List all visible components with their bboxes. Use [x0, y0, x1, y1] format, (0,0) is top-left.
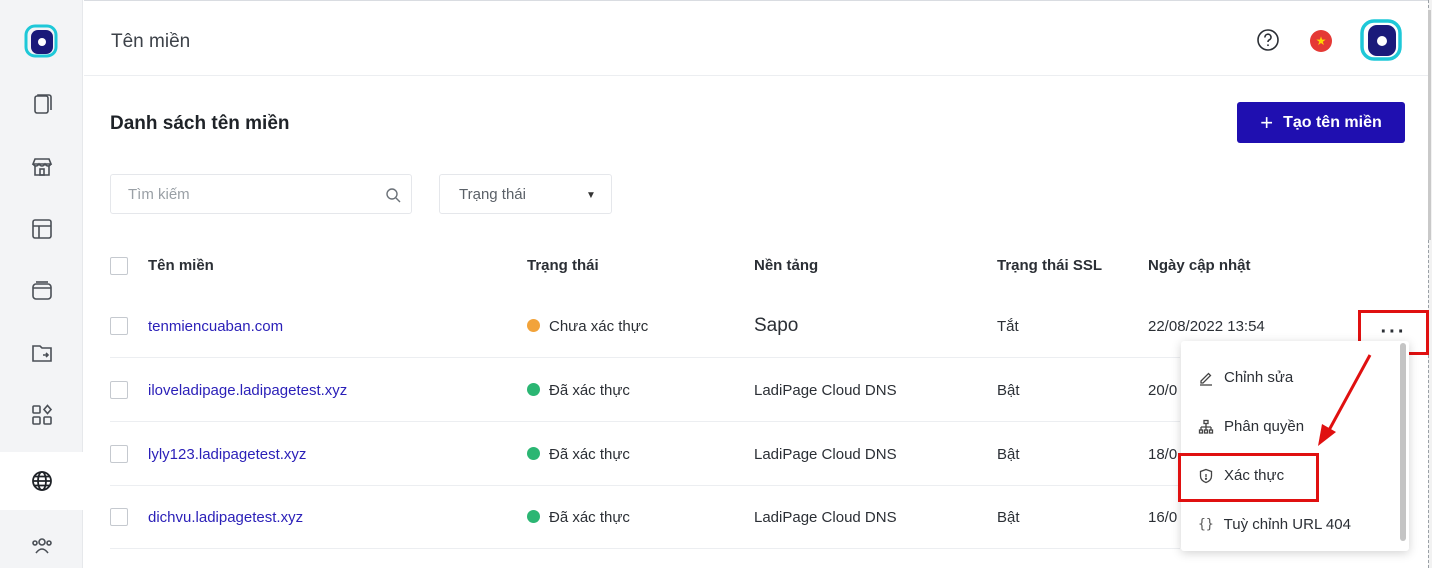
sidebar-item-domains[interactable] [0, 452, 83, 510]
globe-icon [32, 471, 52, 491]
row-checkbox[interactable] [110, 445, 128, 463]
top-bar: Tên miền ★ [84, 0, 1428, 76]
sidebar-item-members[interactable] [23, 526, 61, 564]
app-logo-icon[interactable] [24, 24, 58, 58]
row-checkbox[interactable] [110, 317, 128, 335]
search-box [110, 174, 412, 214]
status-text: Chưa xác thực [549, 318, 649, 335]
status-dot-icon [527, 447, 540, 460]
search-input[interactable] [111, 175, 381, 213]
hierarchy-icon [1198, 419, 1214, 434]
updated-date-text: 18/0 [1148, 446, 1178, 463]
row-actions-menu: Chỉnh sửa Phân quyền Xác thực {} Tuỳ chỉ… [1181, 341, 1409, 551]
column-header-domain[interactable]: Tên miền [148, 257, 214, 274]
status-text: Đã xác thực [549, 509, 630, 526]
menu-item-label: Chỉnh sửa [1224, 369, 1294, 386]
domain-link[interactable]: lyly123.ladipagetest.xyz [148, 446, 306, 463]
select-all-checkbox[interactable] [110, 257, 128, 275]
create-domain-label: Tạo tên miền [1283, 113, 1382, 131]
layout-icon [32, 219, 52, 239]
apps-icon [32, 404, 53, 425]
column-header-ssl[interactable]: Trạng thái SSL [997, 257, 1102, 274]
row-divider [110, 421, 1180, 422]
section-title: Danh sách tên miền [110, 113, 290, 134]
row-divider [110, 357, 1180, 358]
updated-date-text: 20/0 [1148, 382, 1178, 399]
domain-link[interactable]: dichvu.ladipagetest.xyz [148, 509, 303, 526]
verify-highlight-box [1178, 453, 1319, 502]
row-checkbox[interactable] [110, 508, 128, 526]
status-dot-icon [527, 319, 540, 332]
ssl-status-text: Bật [997, 446, 1020, 463]
column-header-updated[interactable]: Ngày cập nhật [1148, 257, 1251, 274]
status-dot-icon [527, 510, 540, 523]
row-checkbox[interactable] [110, 381, 128, 399]
ssl-status-text: Tắt [997, 318, 1019, 335]
users-icon [32, 538, 52, 554]
updated-date-text: 16/0 [1148, 509, 1178, 526]
menu-scrollbar[interactable] [1400, 343, 1406, 541]
store-icon [31, 158, 53, 176]
search-icon[interactable] [385, 187, 401, 203]
pencil-icon [1200, 372, 1212, 386]
sidebar-item-apps[interactable] [23, 396, 61, 434]
sidebar-item-pages[interactable] [23, 86, 61, 124]
ssl-status-text: Bật [997, 382, 1020, 399]
platform-text: LadiPage Cloud DNS [754, 382, 897, 399]
updated-date-text: 22/08/2022 13:54 [1148, 318, 1265, 335]
domain-link[interactable]: iloveladipage.ladipagetest.xyz [148, 382, 347, 399]
sidebar-item-templates[interactable] [23, 210, 61, 248]
menu-item-label: Tuỳ chỉnh URL 404 [1223, 516, 1351, 533]
create-domain-button[interactable]: + Tạo tên miền [1237, 102, 1405, 143]
menu-item-permissions[interactable]: Phân quyền [1198, 418, 1304, 435]
column-header-platform[interactable]: Nền tảng [754, 257, 818, 274]
platform-text: LadiPage Cloud DNS [754, 446, 897, 463]
page-title: Tên miền [111, 31, 191, 52]
status-dot-icon [527, 383, 540, 396]
status-filter-label: Trạng thái [459, 186, 526, 203]
domain-link[interactable]: tenmiencuaban.com [148, 318, 283, 335]
help-icon[interactable] [1256, 28, 1280, 52]
chevron-down-icon: ▼ [586, 190, 596, 201]
status-badge: Đã xác thực [527, 509, 630, 526]
sidebar-item-forms[interactable] [23, 272, 61, 310]
pages-icon [34, 94, 52, 114]
page-scrollbar-thumb[interactable] [1428, 10, 1431, 240]
folder-icon [32, 345, 52, 362]
menu-item-custom-404[interactable]: {} Tuỳ chỉnh URL 404 [1198, 516, 1351, 533]
platform-text: LadiPage Cloud DNS [754, 509, 897, 526]
status-text: Đã xác thực [549, 382, 630, 399]
status-badge: Đã xác thực [527, 382, 630, 399]
status-badge: Đã xác thực [527, 446, 630, 463]
plus-icon: + [1260, 109, 1274, 135]
row-divider [110, 485, 1180, 486]
row-divider [110, 548, 1180, 549]
menu-item-label: Phân quyền [1224, 418, 1305, 435]
braces-icon: {} [1198, 517, 1214, 532]
browser-icon [32, 281, 52, 300]
column-header-status[interactable]: Trạng thái [527, 257, 599, 274]
sidebar-item-files[interactable] [23, 334, 61, 372]
ssl-status-text: Bật [997, 509, 1020, 526]
status-badge: Chưa xác thực [527, 318, 648, 335]
vietnam-flag-icon[interactable]: ★ [1310, 30, 1332, 52]
status-text: Đã xác thực [549, 446, 630, 463]
avatar[interactable] [1359, 18, 1403, 62]
menu-item-edit[interactable]: Chỉnh sửa [1198, 369, 1293, 386]
status-filter-dropdown[interactable]: Trạng thái ▼ [439, 174, 612, 214]
sidebar [0, 0, 83, 568]
platform-text: Sapo [754, 315, 799, 336]
sidebar-item-store[interactable] [23, 148, 61, 186]
